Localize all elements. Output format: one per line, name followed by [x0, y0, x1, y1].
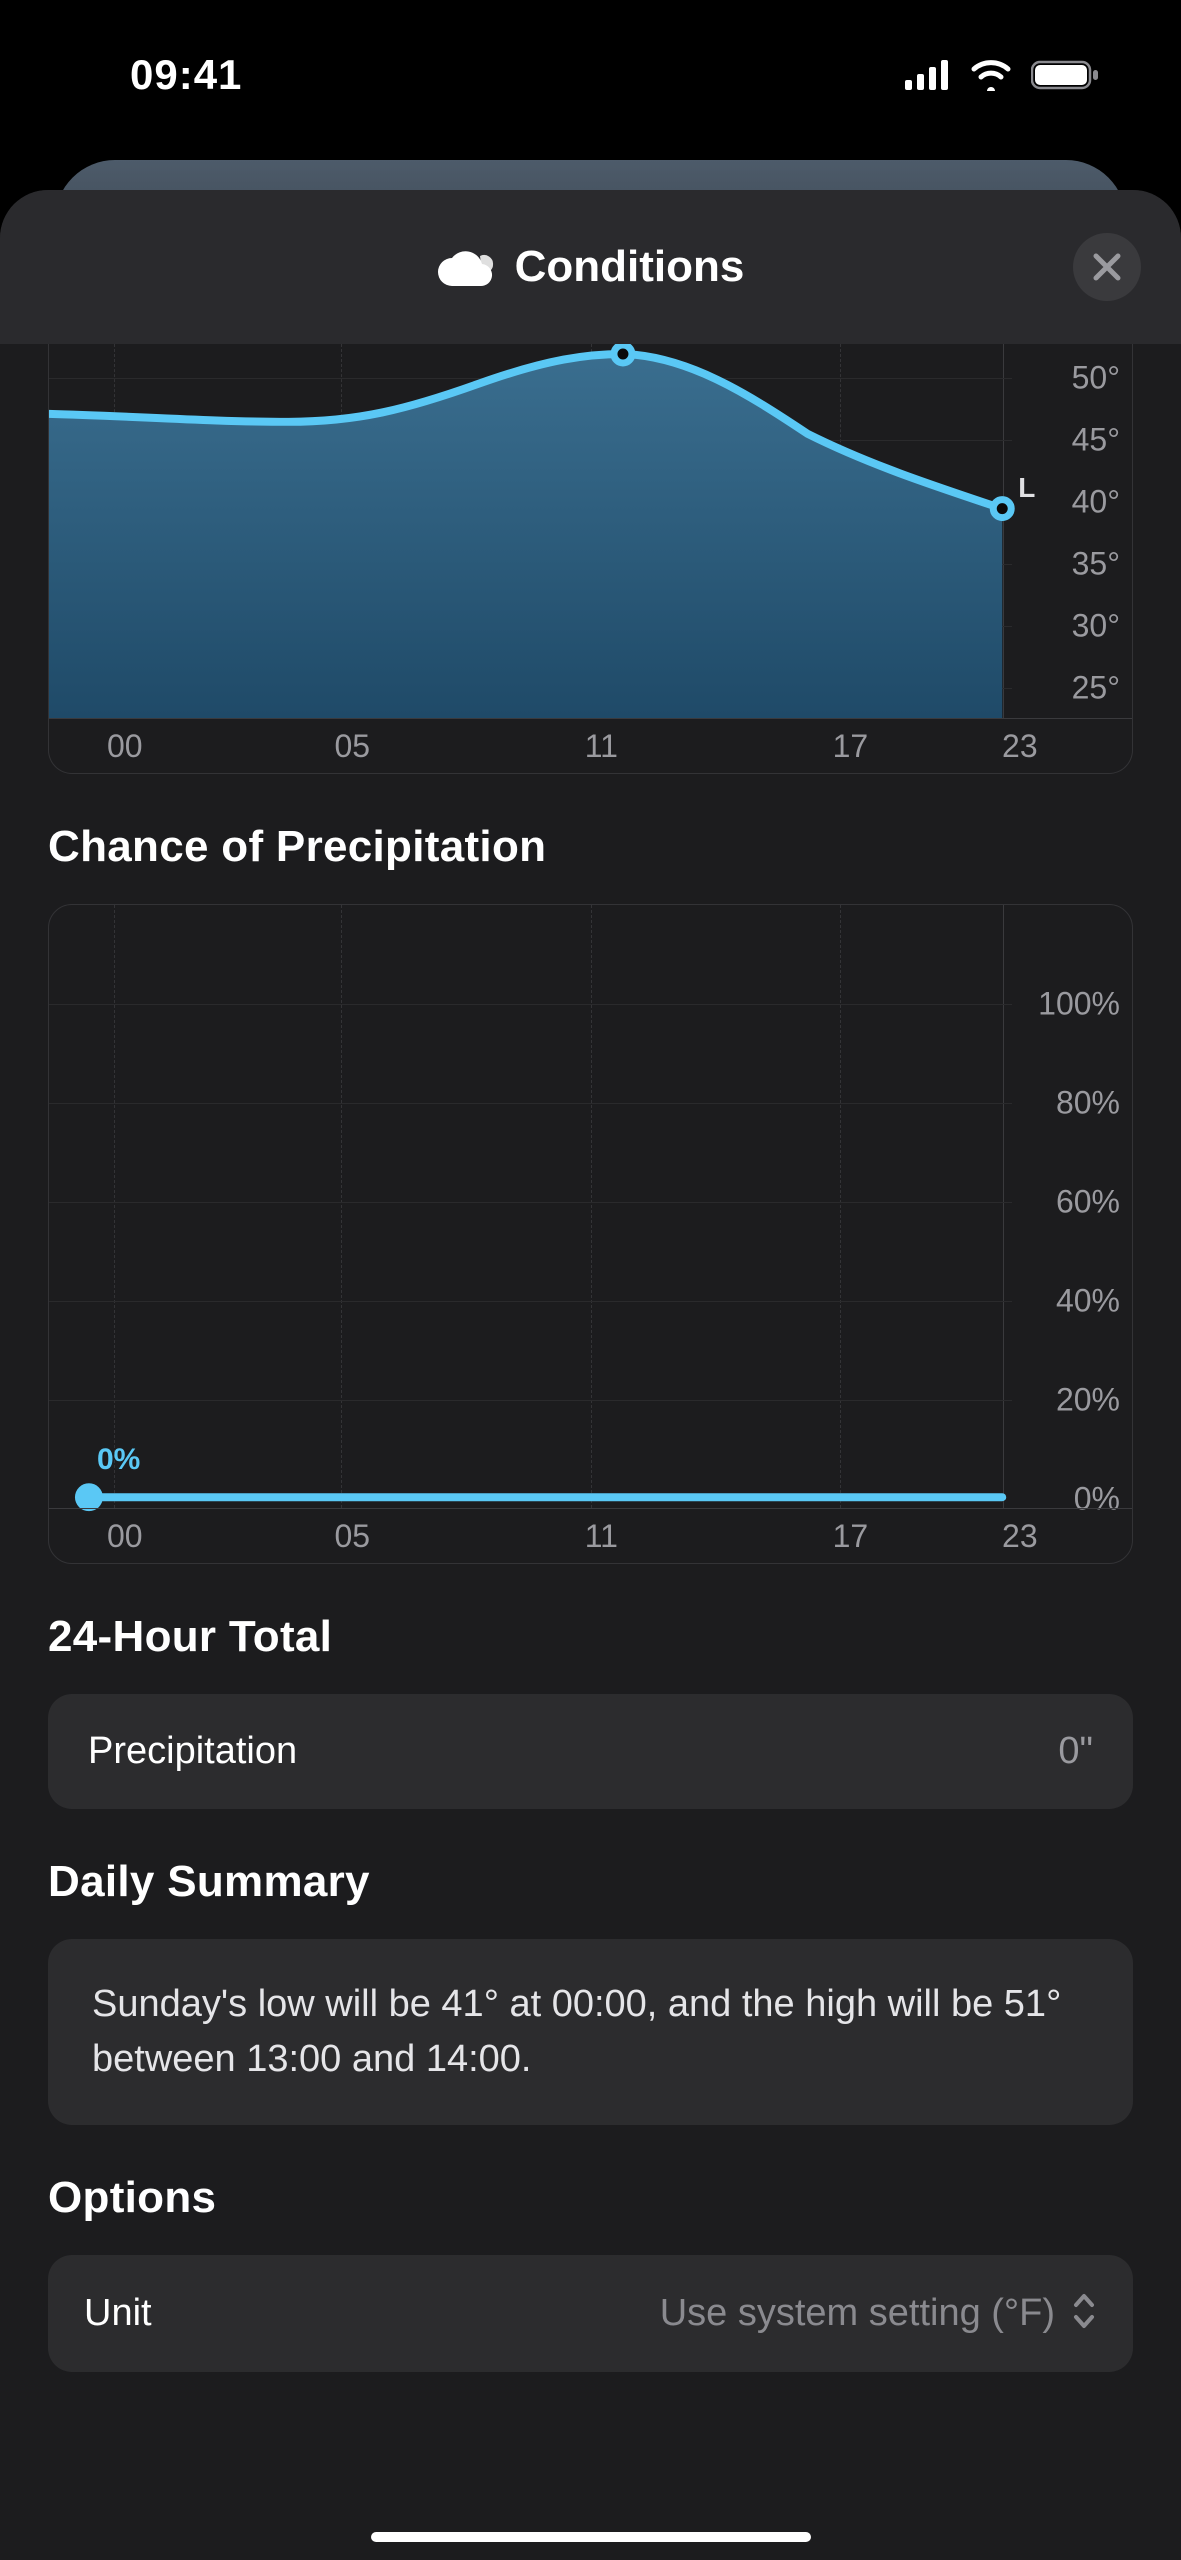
status-time: 09:41 [130, 51, 242, 99]
total-title: 24-Hour Total [48, 1612, 1133, 1662]
precip-now-label: 0% [97, 1443, 140, 1477]
unit-value: Use system setting (°F) [660, 2292, 1055, 2335]
battery-icon [1031, 59, 1101, 91]
selector-chevrons-icon [1071, 2291, 1097, 2336]
options-title: Options [48, 2173, 1133, 2223]
total-row-label: Precipitation [88, 1730, 297, 1773]
home-indicator[interactable] [371, 2532, 811, 2542]
total-row-value: 0" [1058, 1730, 1093, 1773]
modal-title: Conditions [515, 242, 745, 292]
precipitation-line [49, 905, 1132, 1563]
wifi-icon [969, 59, 1013, 91]
summary-title: Daily Summary [48, 1857, 1133, 1907]
precipitation-title: Chance of Precipitation [48, 822, 1133, 872]
unit-option-row[interactable]: Unit Use system setting (°F) [48, 2255, 1133, 2372]
unit-label: Unit [84, 2292, 152, 2335]
close-icon [1091, 251, 1123, 283]
precipitation-x-axis: 00 05 11 17 23 [49, 1508, 1132, 1563]
temperature-line [49, 344, 1132, 773]
temperature-x-axis: 00 05 11 17 23 [49, 718, 1132, 773]
precipitation-chart[interactable]: 0% 100% 80% 60% 40% 20% 0% 00 05 11 17 2… [48, 904, 1133, 1564]
summary-text: Sunday's low will be 41° at 00:00, and t… [92, 1983, 1061, 2080]
daily-summary-card: Sunday's low will be 41° at 00:00, and t… [48, 1939, 1133, 2125]
close-button[interactable] [1073, 233, 1141, 301]
status-bar: 09:41 [0, 0, 1181, 150]
status-indicators [905, 59, 1101, 91]
low-marker-label: L [1018, 472, 1035, 504]
cellular-icon [905, 60, 951, 90]
precipitation-total-row: Precipitation 0" [48, 1694, 1133, 1809]
temperature-chart[interactable]: L 50° 45° 40° 35° 30° 25° 00 05 11 17 23 [48, 344, 1133, 774]
modal-header: Conditions [0, 190, 1181, 344]
conditions-modal: Conditions [0, 190, 1181, 2560]
cloud-icon [437, 242, 495, 293]
